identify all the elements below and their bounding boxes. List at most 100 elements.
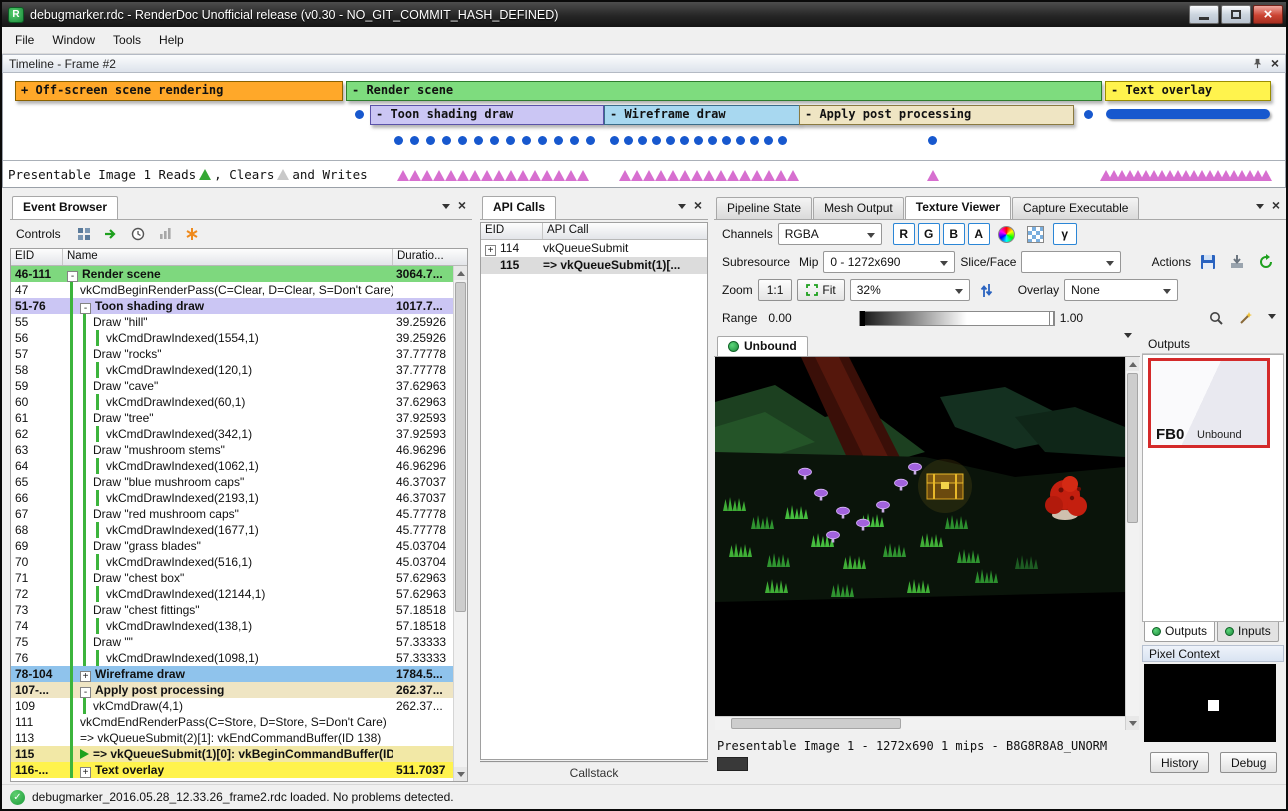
stats-icon[interactable]	[153, 223, 177, 245]
dock-close-icon[interactable]	[1272, 199, 1280, 213]
timeline-event-dot[interactable]	[474, 136, 483, 145]
tree-toggle-icon[interactable]: -	[80, 687, 91, 698]
event-browser-scrollbar[interactable]	[453, 266, 467, 781]
event-row[interactable]: 76vkCmdDrawIndexed(1098,1)57.33333	[11, 650, 467, 666]
tab-outputs[interactable]: Outputs	[1144, 622, 1215, 642]
tab-api-calls[interactable]: API Calls	[482, 196, 556, 219]
event-row[interactable]: 113=> vkQueueSubmit(2)[1]: vkEndCommandB…	[11, 730, 467, 746]
timeline-block[interactable]: - Render scene	[346, 81, 1102, 101]
goto-eid-icon[interactable]	[99, 223, 123, 245]
zoom-range-icon[interactable]	[1204, 307, 1228, 329]
tree-toggle-icon[interactable]: +	[80, 671, 91, 682]
dock-menu-icon[interactable]	[1256, 204, 1264, 213]
autofit-wand-icon[interactable]	[1233, 307, 1257, 329]
event-row[interactable]: 68vkCmdDrawIndexed(1677,1)45.77778	[11, 522, 467, 538]
event-row[interactable]: 51-76-Toon shading draw1017.7...	[11, 298, 467, 314]
timeline-block[interactable]: - Wireframe draw	[604, 105, 800, 125]
event-row[interactable]: 115=> vkQueueSubmit(1)[0]: vkBeginComman…	[11, 746, 467, 762]
time-draws-icon[interactable]	[126, 223, 150, 245]
timeline-block[interactable]: - Text overlay	[1105, 81, 1271, 101]
timeline-event-dot[interactable]	[586, 136, 595, 145]
event-row[interactable]: 63Draw "mushroom stems"46.96296	[11, 442, 467, 458]
timeline-track[interactable]: + Off-screen scene rendering- Render sce…	[3, 73, 1285, 160]
scroll-up-icon[interactable]	[454, 266, 467, 280]
timeline-event-dot[interactable]	[680, 136, 689, 145]
event-row[interactable]: 107-...-Apply post processing262.37...	[11, 682, 467, 698]
tab-inputs[interactable]: Inputs	[1217, 622, 1279, 642]
timeline-event-dot[interactable]	[394, 136, 403, 145]
close-button[interactable]	[1253, 5, 1283, 24]
timeline-event-bar[interactable]	[1106, 109, 1270, 119]
gamma-button[interactable]: γ	[1053, 223, 1077, 245]
flip-y-icon[interactable]	[975, 279, 999, 301]
zoom-dropdown[interactable]: 32%	[850, 279, 970, 301]
texture-vertical-scrollbar[interactable]	[1125, 357, 1139, 730]
timeline-event-dot[interactable]	[426, 136, 435, 145]
range-black-handle[interactable]	[860, 311, 865, 326]
event-row[interactable]: 111vkCmdEndRenderPass(C=Store, D=Store, …	[11, 714, 467, 730]
menu-item-window[interactable]: Window	[43, 28, 104, 52]
dock-menu-icon[interactable]	[678, 204, 686, 213]
texture-tabs-dropdown-icon[interactable]	[1116, 338, 1140, 356]
refresh-icon[interactable]	[1254, 251, 1278, 273]
tab-capture-executable[interactable]: Capture Executable	[1012, 197, 1139, 219]
timeline-event-dot[interactable]	[554, 136, 563, 145]
event-row[interactable]: 70vkCmdDrawIndexed(516,1)45.03704	[11, 554, 467, 570]
timeline-event-dot[interactable]	[1084, 110, 1093, 119]
minimize-button[interactable]	[1189, 5, 1219, 24]
range-white-handle[interactable]	[1049, 311, 1054, 326]
timeline-event-dot[interactable]	[624, 136, 633, 145]
callstack-section[interactable]: Callstack	[480, 761, 708, 782]
event-row[interactable]: 58vkCmdDrawIndexed(120,1)37.77778	[11, 362, 467, 378]
event-row[interactable]: 75Draw ""57.33333	[11, 634, 467, 650]
timeline-event-dot[interactable]	[722, 136, 731, 145]
event-row[interactable]: 73Draw "chest fittings"57.18518	[11, 602, 467, 618]
event-row[interactable]: 71Draw "chest box"57.62963	[11, 570, 467, 586]
timeline-event-dot[interactable]	[442, 136, 451, 145]
event-row[interactable]: 55Draw "hill"39.25926	[11, 314, 467, 330]
event-row[interactable]: 116-...+Text overlay511.7037	[11, 762, 467, 778]
timeline-event-dot[interactable]	[538, 136, 547, 145]
event-row[interactable]: 64vkCmdDrawIndexed(1062,1)46.96296	[11, 458, 467, 474]
pin-icon[interactable]	[1252, 58, 1263, 69]
timeline-event-dot[interactable]	[490, 136, 499, 145]
event-row[interactable]: 67Draw "red mushroom caps"45.77778	[11, 506, 467, 522]
timeline-close-icon[interactable]	[1271, 57, 1279, 71]
scroll-down-icon[interactable]	[454, 767, 467, 781]
timeline-event-dot[interactable]	[694, 136, 703, 145]
save-icon[interactable]	[1196, 251, 1220, 273]
timeline-event-dot[interactable]	[736, 136, 745, 145]
tree-toggle-icon[interactable]: +	[485, 245, 496, 256]
event-row[interactable]: 46-111-Render scene3064.7...	[11, 266, 467, 282]
channel-button-g[interactable]: G	[918, 223, 940, 245]
channel-button-b[interactable]: B	[943, 223, 965, 245]
slice-face-dropdown[interactable]	[1021, 251, 1121, 273]
range-slider[interactable]	[859, 311, 1055, 326]
event-row[interactable]: 72vkCmdDrawIndexed(12144,1)57.62963	[11, 586, 467, 602]
channel-button-r[interactable]: R	[893, 223, 915, 245]
timeline-event-dot[interactable]	[750, 136, 759, 145]
timeline-event-dot[interactable]	[708, 136, 717, 145]
pixel-context-view[interactable]	[1144, 664, 1276, 742]
toolbar-overflow-icon[interactable]	[1268, 314, 1276, 323]
history-button[interactable]: History	[1150, 752, 1209, 773]
tab-pipeline-state[interactable]: Pipeline State	[716, 197, 812, 219]
dock-close-icon[interactable]	[458, 199, 466, 213]
texture-display[interactable]	[715, 357, 1125, 716]
tab-event-browser[interactable]: Event Browser	[12, 196, 118, 219]
timeline-event-dot[interactable]	[652, 136, 661, 145]
fit-button[interactable]: Fit	[797, 279, 844, 301]
timeline-event-dot[interactable]	[410, 136, 419, 145]
timeline-event-dot[interactable]	[355, 110, 364, 119]
timeline-block[interactable]: + Off-screen scene rendering	[15, 81, 343, 101]
maximize-button[interactable]	[1221, 5, 1251, 24]
tree-toggle-icon[interactable]: +	[80, 767, 91, 778]
export-icon[interactable]	[1225, 251, 1249, 273]
event-row[interactable]: 60vkCmdDrawIndexed(60,1)37.62963	[11, 394, 467, 410]
event-row[interactable]: 78-104+Wireframe draw1784.5...	[11, 666, 467, 682]
timeline-event-dot[interactable]	[764, 136, 773, 145]
menu-item-file[interactable]: File	[6, 28, 43, 52]
timeline-event-dot[interactable]	[610, 136, 619, 145]
event-row[interactable]: 59Draw "cave"37.62963	[11, 378, 467, 394]
tree-toggle-icon[interactable]: -	[80, 303, 91, 314]
